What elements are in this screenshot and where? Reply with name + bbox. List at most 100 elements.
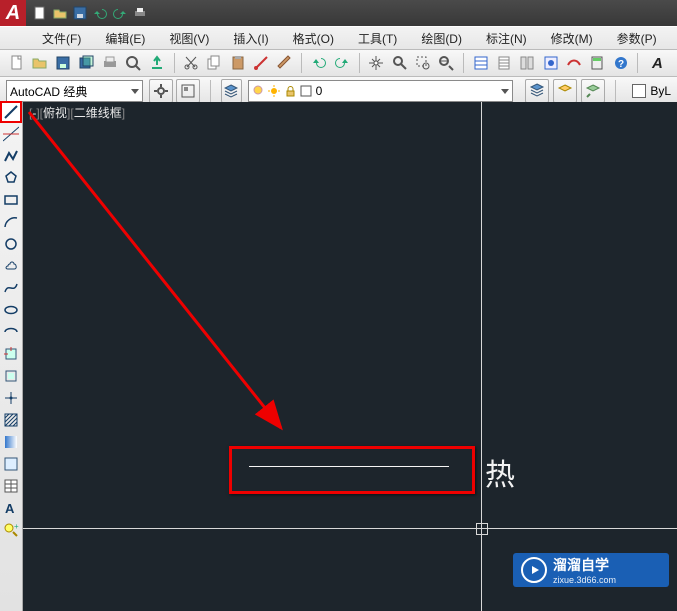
region-icon — [3, 456, 19, 472]
redo-button[interactable] — [331, 51, 352, 75]
tool-palette-button[interactable] — [517, 51, 538, 75]
copy-button[interactable] — [204, 51, 225, 75]
chevron-down-icon — [131, 89, 139, 94]
qat-undo-icon[interactable] — [92, 5, 108, 21]
cut-button[interactable] — [180, 51, 201, 75]
separator — [301, 53, 302, 73]
match-button[interactable] — [250, 51, 271, 75]
sheet-button[interactable] — [493, 51, 514, 75]
save-button[interactable] — [53, 51, 74, 75]
app-logo[interactable]: A — [0, 0, 26, 26]
props-button[interactable] — [470, 51, 491, 75]
revcloud-tool-button[interactable] — [1, 256, 21, 276]
copy-icon — [206, 55, 222, 71]
menu-format[interactable]: 格式(O) — [281, 28, 346, 49]
props-icon — [473, 55, 489, 71]
workspace-combo[interactable]: AutoCAD 经典 — [6, 80, 143, 102]
ellipse-tool-button[interactable] — [1, 300, 21, 320]
xline-tool-button[interactable] — [1, 124, 21, 144]
layer-manager-button[interactable] — [221, 79, 242, 103]
standard-toolbar: ?A — [0, 50, 677, 77]
menu-insert[interactable]: 插入(I) — [221, 28, 280, 49]
make-block-tool-button[interactable] — [1, 366, 21, 386]
region-tool-button[interactable] — [1, 454, 21, 474]
wsswitch-button[interactable] — [176, 79, 200, 103]
saveas-button[interactable] — [76, 51, 97, 75]
match-icon — [253, 55, 269, 71]
qat-print-icon[interactable] — [132, 5, 148, 21]
publish-icon — [149, 55, 165, 71]
layerstate-button[interactable] — [525, 79, 549, 103]
layer-combo[interactable]: 0 — [248, 80, 514, 102]
open-button[interactable] — [29, 51, 50, 75]
gradient-tool-button[interactable] — [1, 432, 21, 452]
menu-tools[interactable]: 工具(T) — [346, 28, 409, 49]
hatch-tool-button[interactable] — [1, 410, 21, 430]
ellipse-arc-tool-button[interactable] — [1, 322, 21, 342]
insert-block-tool-button[interactable] — [1, 344, 21, 364]
menu-draw[interactable]: 绘图(D) — [409, 28, 474, 49]
zoomwin-button[interactable] — [412, 51, 433, 75]
layeriso-icon — [557, 83, 573, 99]
watermark-url: zixue.3d66.com — [553, 575, 616, 585]
preview-icon — [125, 55, 141, 71]
viewport-label[interactable]: [-][俯视][二维线框] — [29, 104, 125, 121]
layerprev-button[interactable] — [581, 79, 605, 103]
table-tool-button[interactable] — [1, 476, 21, 496]
addselect-tool-button[interactable]: + — [1, 520, 21, 540]
separator — [174, 53, 175, 73]
zoomprev-button[interactable] — [436, 51, 457, 75]
mtext-tool-button[interactable]: A — [1, 498, 21, 518]
separator — [615, 80, 616, 102]
menu-view[interactable]: 视图(V) — [157, 28, 221, 49]
calc-button[interactable] — [587, 51, 608, 75]
line-icon — [3, 104, 19, 120]
help-button[interactable]: ? — [610, 51, 631, 75]
undo-button[interactable] — [308, 51, 329, 75]
bigtext-icon: A — [650, 55, 666, 71]
qat-save-icon[interactable] — [72, 5, 88, 21]
circle-icon — [3, 236, 19, 252]
rectangle-tool-button[interactable] — [1, 190, 21, 210]
qat-new-icon[interactable] — [32, 5, 48, 21]
markup-button[interactable] — [563, 51, 584, 75]
pan-button[interactable] — [366, 51, 387, 75]
xline-icon — [3, 126, 19, 142]
layerprev-icon — [585, 83, 601, 99]
menu-modify[interactable]: 修改(M) — [539, 28, 605, 49]
new-button[interactable] — [6, 51, 27, 75]
drawing-canvas[interactable]: [-][俯视][二维线框] 热 — [23, 102, 677, 611]
spline-tool-button[interactable] — [1, 278, 21, 298]
layeriso-button[interactable] — [553, 79, 577, 103]
brush-button[interactable] — [274, 51, 295, 75]
redo-icon — [334, 55, 350, 71]
menu-dim[interactable]: 标注(N) — [474, 28, 539, 49]
paste-button[interactable] — [227, 51, 248, 75]
menu-file[interactable]: 文件(F) — [30, 28, 93, 49]
bigtext-button[interactable]: A — [644, 51, 671, 75]
publish-button[interactable] — [146, 51, 167, 75]
wsswitch-icon — [180, 83, 196, 99]
gear-icon — [153, 83, 169, 99]
crosshair-horizontal — [23, 528, 677, 529]
bulb-icon — [252, 85, 264, 97]
zoom-button[interactable] — [389, 51, 410, 75]
gear-button[interactable] — [149, 79, 173, 103]
menu-edit[interactable]: 编辑(E) — [93, 28, 157, 49]
circle-tool-button[interactable] — [1, 234, 21, 254]
line-tool-button[interactable] — [1, 102, 21, 122]
qat-redo-icon[interactable] — [112, 5, 128, 21]
dcenter-button[interactable] — [540, 51, 561, 75]
point-tool-button[interactable] — [1, 388, 21, 408]
qat-open-icon[interactable] — [52, 5, 68, 21]
menu-param[interactable]: 参数(P) — [605, 28, 669, 49]
plot-button[interactable] — [99, 51, 120, 75]
preview-button[interactable] — [123, 51, 144, 75]
canvas-text-entity: 热 — [485, 450, 515, 494]
polygon-tool-button[interactable] — [1, 168, 21, 188]
annotation-arrow — [23, 102, 677, 611]
color-control[interactable]: ByL — [632, 84, 671, 98]
separator — [637, 53, 638, 73]
arc-tool-button[interactable] — [1, 212, 21, 232]
polyline-tool-button[interactable] — [1, 146, 21, 166]
